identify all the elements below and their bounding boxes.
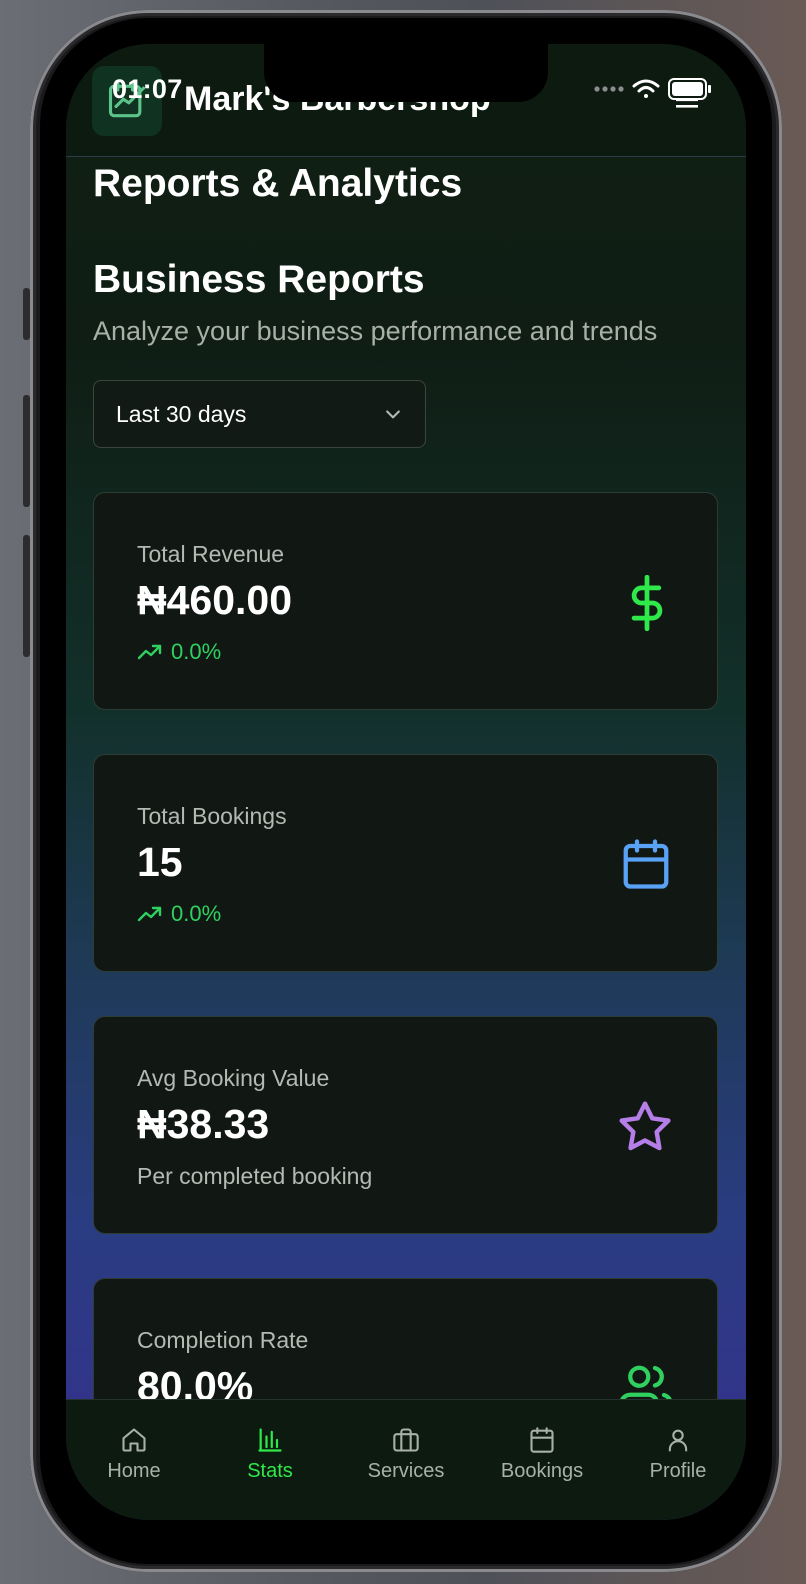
section-title: Business Reports [93,258,425,301]
total-bookings-trend-value: 0.0% [171,901,222,926]
nav-services[interactable]: Services [338,1400,474,1520]
date-range-value: Last 30 days [116,400,247,427]
total-revenue-value: ₦460.00 [137,577,293,623]
total-revenue-label: Total Revenue [137,541,285,567]
nav-bookings[interactable]: Bookings [474,1400,610,1520]
briefcase-icon [393,1428,419,1452]
home-icon [122,1428,146,1452]
camera-notch [264,44,548,102]
page-heading: Reports & Analytics [93,162,463,205]
side-button-volume-up [23,395,30,507]
revenue-icon-wrap [621,574,673,636]
total-revenue-trend: 0.0% [137,639,221,665]
calendar-icon [623,839,669,889]
avg-booking-value-note: Per completed booking [137,1163,373,1189]
total-revenue-card: Total Revenue ₦460.00 0.0% [93,492,718,710]
nav-profile[interactable]: Profile [610,1400,746,1520]
battery-icon [668,78,711,100]
side-button-volume-down [23,535,30,657]
signal-dots-icon [594,86,624,92]
avg-booking-value-card: Avg Booking Value ₦38.33 Per completed b… [93,1016,718,1234]
calendar-icon [530,1427,554,1453]
chevron-down-icon [386,410,400,419]
completion-rate-label: Completion Rate [137,1327,309,1353]
status-time: 01:07 [112,74,183,104]
wifi-icon [632,79,660,98]
trending-up-icon [137,906,162,922]
app-screen: Mark's Barbershop 01:07 Reports & [66,44,746,1520]
section-subtitle: Analyze your business performance and tr… [93,316,658,346]
dollar-icon [631,574,663,632]
avg-booking-value-label: Avg Booking Value [137,1065,330,1091]
bookings-icon-wrap [619,837,673,896]
nav-stats[interactable]: Stats [202,1400,338,1520]
side-button-mute [23,288,30,340]
avg-booking-value-value: ₦38.33 [137,1101,270,1147]
star-icon [619,1101,671,1151]
total-bookings-label: Total Bookings [137,803,287,829]
total-bookings-value: 15 [137,839,183,885]
user-icon [668,1429,688,1452]
total-bookings-trend: 0.0% [137,901,221,927]
total-revenue-trend-value: 0.0% [171,639,222,664]
bar-chart-icon [258,1428,282,1452]
nav-profile-label: Profile [649,1460,707,1482]
avg-value-icon-wrap [617,1099,673,1160]
nav-home-label: Home [107,1460,161,1482]
nav-bookings-label: Bookings [500,1460,584,1482]
nav-stats-label: Stats [247,1460,293,1482]
date-range-select[interactable]: Last 30 days [93,380,426,448]
trending-up-icon [137,644,162,660]
nav-home[interactable]: Home [66,1400,202,1520]
nav-services-label: Services [367,1460,445,1482]
status-indicators [594,78,712,100]
total-bookings-card: Total Bookings 15 0.0% [93,754,718,972]
bottom-nav: Home Stats Services Bookings Profile [66,1399,746,1520]
